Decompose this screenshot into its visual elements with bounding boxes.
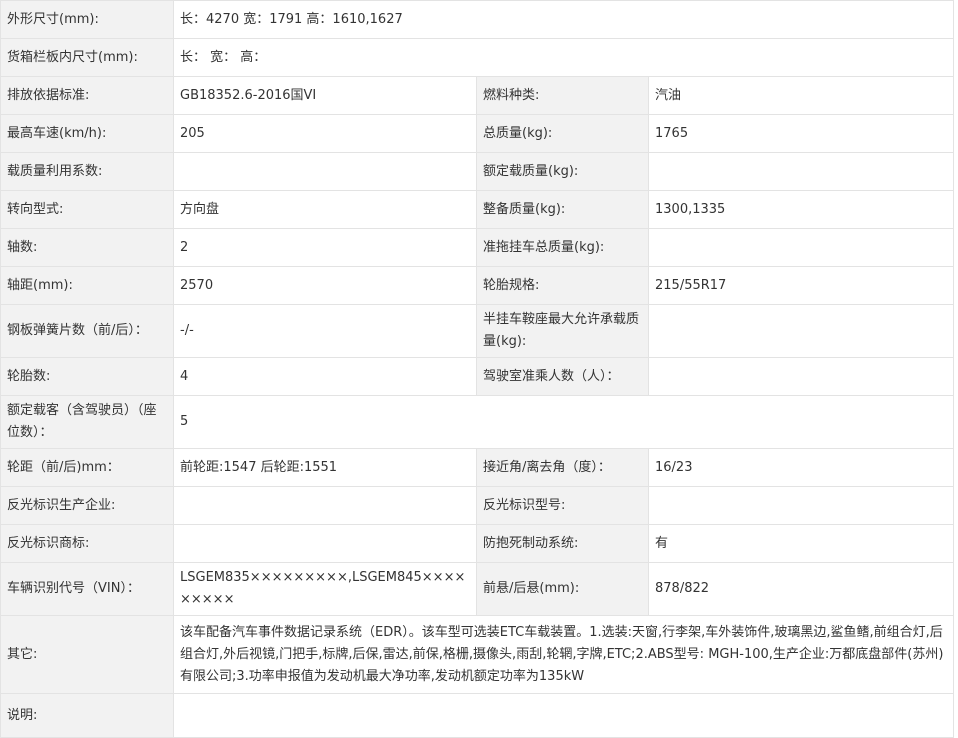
- table-row: 转向型式: 方向盘 整备质量(kg): 1300,1335: [0, 190, 954, 229]
- field-value: LSGEM835×××××××××,LSGEM845×××××××××: [173, 562, 477, 616]
- field-label: 外形尺寸(mm):: [0, 0, 174, 39]
- field-label: 车辆识别代号（VIN）：: [0, 562, 174, 616]
- field-label: 防抱死制动系统:: [476, 524, 649, 563]
- field-value: [173, 524, 477, 563]
- field-value: 1765: [648, 114, 954, 153]
- field-value: -/-: [173, 304, 477, 358]
- field-value: [173, 152, 477, 191]
- field-label: 钢板弹簧片数（前/后）：: [0, 304, 174, 358]
- table-row: 轮胎数: 4 驾驶室准乘人数（人）：: [0, 357, 954, 396]
- field-value: [648, 357, 954, 396]
- table-row: 载质量利用系数: 额定载质量(kg):: [0, 152, 954, 191]
- field-value: 878/822: [648, 562, 954, 616]
- field-label: 整备质量(kg):: [476, 190, 649, 229]
- table-row: 车辆识别代号（VIN）： LSGEM835×××××××××,LSGEM845××…: [0, 562, 954, 616]
- field-label: 驾驶室准乘人数（人）：: [476, 357, 649, 396]
- field-value: [648, 304, 954, 358]
- field-label: 准拖挂车总质量(kg):: [476, 228, 649, 267]
- table-row: 说明:: [0, 693, 954, 738]
- table-row: 最高车速(km/h): 205 总质量(kg): 1765: [0, 114, 954, 153]
- field-label: 轴数:: [0, 228, 174, 267]
- field-label: 前悬/后悬(mm):: [476, 562, 649, 616]
- table-row: 额定载客（含驾驶员）（座位数）： 5: [0, 395, 954, 449]
- field-value: 2570: [173, 266, 477, 305]
- field-label: 燃料种类:: [476, 76, 649, 115]
- field-label: 排放依据标准:: [0, 76, 174, 115]
- field-label: 轮胎规格:: [476, 266, 649, 305]
- table-row: 外形尺寸(mm): 长：4270 宽：1791 高：1610,1627: [0, 0, 954, 39]
- field-value: [648, 486, 954, 525]
- field-label: 轮胎数:: [0, 357, 174, 396]
- spec-table-body: 外形尺寸(mm): 长：4270 宽：1791 高：1610,1627 货箱栏板内尺…: [0, 0, 954, 738]
- table-row: 轴数: 2 准拖挂车总质量(kg):: [0, 228, 954, 267]
- field-value: 205: [173, 114, 477, 153]
- field-label: 反光标识生产企业:: [0, 486, 174, 525]
- field-label: 其它:: [0, 615, 174, 694]
- table-row: 其它: 该车配备汽车事件数据记录系统（EDR）。该车型可选装ETC车载装置。1.选…: [0, 615, 954, 694]
- field-label: 货箱栏板内尺寸(mm):: [0, 38, 174, 77]
- table-row: 钢板弹簧片数（前/后）： -/- 半挂车鞍座最大允许承载质量(kg):: [0, 304, 954, 358]
- field-value: 2: [173, 228, 477, 267]
- field-label: 说明:: [0, 693, 174, 738]
- field-value: [648, 152, 954, 191]
- field-label: 转向型式:: [0, 190, 174, 229]
- field-label: 半挂车鞍座最大允许承载质量(kg):: [476, 304, 649, 358]
- field-value: [648, 228, 954, 267]
- field-value: 前轮距:1547 后轮距:1551: [173, 448, 477, 487]
- field-label: 反光标识型号:: [476, 486, 649, 525]
- field-value: GB18352.6-2016国VI: [173, 76, 477, 115]
- field-label: 轮距（前/后)mm：: [0, 448, 174, 487]
- field-label: 总质量(kg):: [476, 114, 649, 153]
- field-label: 最高车速(km/h):: [0, 114, 174, 153]
- field-value: 4: [173, 357, 477, 396]
- table-row: 反光标识生产企业: 反光标识型号:: [0, 486, 954, 525]
- spec-table: 外形尺寸(mm): 长：4270 宽：1791 高：1610,1627 货箱栏板内尺…: [0, 0, 954, 738]
- field-value: 215/55R17: [648, 266, 954, 305]
- field-value: [173, 693, 954, 738]
- field-value: 汽油: [648, 76, 954, 115]
- field-label: 额定载质量(kg):: [476, 152, 649, 191]
- field-value: 5: [173, 395, 954, 449]
- field-value: 有: [648, 524, 954, 563]
- field-value: 16/23: [648, 448, 954, 487]
- table-row: 货箱栏板内尺寸(mm): 长： 宽： 高：: [0, 38, 954, 77]
- field-value: 1300,1335: [648, 190, 954, 229]
- field-label: 接近角/离去角（度）：: [476, 448, 649, 487]
- table-row: 轴距(mm): 2570 轮胎规格: 215/55R17: [0, 266, 954, 305]
- field-value: 长：4270 宽：1791 高：1610,1627: [173, 0, 954, 39]
- field-value: 长： 宽： 高：: [173, 38, 954, 77]
- table-row: 轮距（前/后)mm： 前轮距:1547 后轮距:1551 接近角/离去角（度）： 16…: [0, 448, 954, 487]
- field-label: 轴距(mm):: [0, 266, 174, 305]
- table-row: 排放依据标准: GB18352.6-2016国VI 燃料种类: 汽油: [0, 76, 954, 115]
- field-label: 反光标识商标:: [0, 524, 174, 563]
- table-row: 反光标识商标: 防抱死制动系统: 有: [0, 524, 954, 563]
- field-label: 载质量利用系数:: [0, 152, 174, 191]
- field-label: 额定载客（含驾驶员）（座位数）：: [0, 395, 174, 449]
- field-value: 该车配备汽车事件数据记录系统（EDR）。该车型可选装ETC车载装置。1.选装:天…: [173, 615, 954, 694]
- field-value: 方向盘: [173, 190, 477, 229]
- field-value: [173, 486, 477, 525]
